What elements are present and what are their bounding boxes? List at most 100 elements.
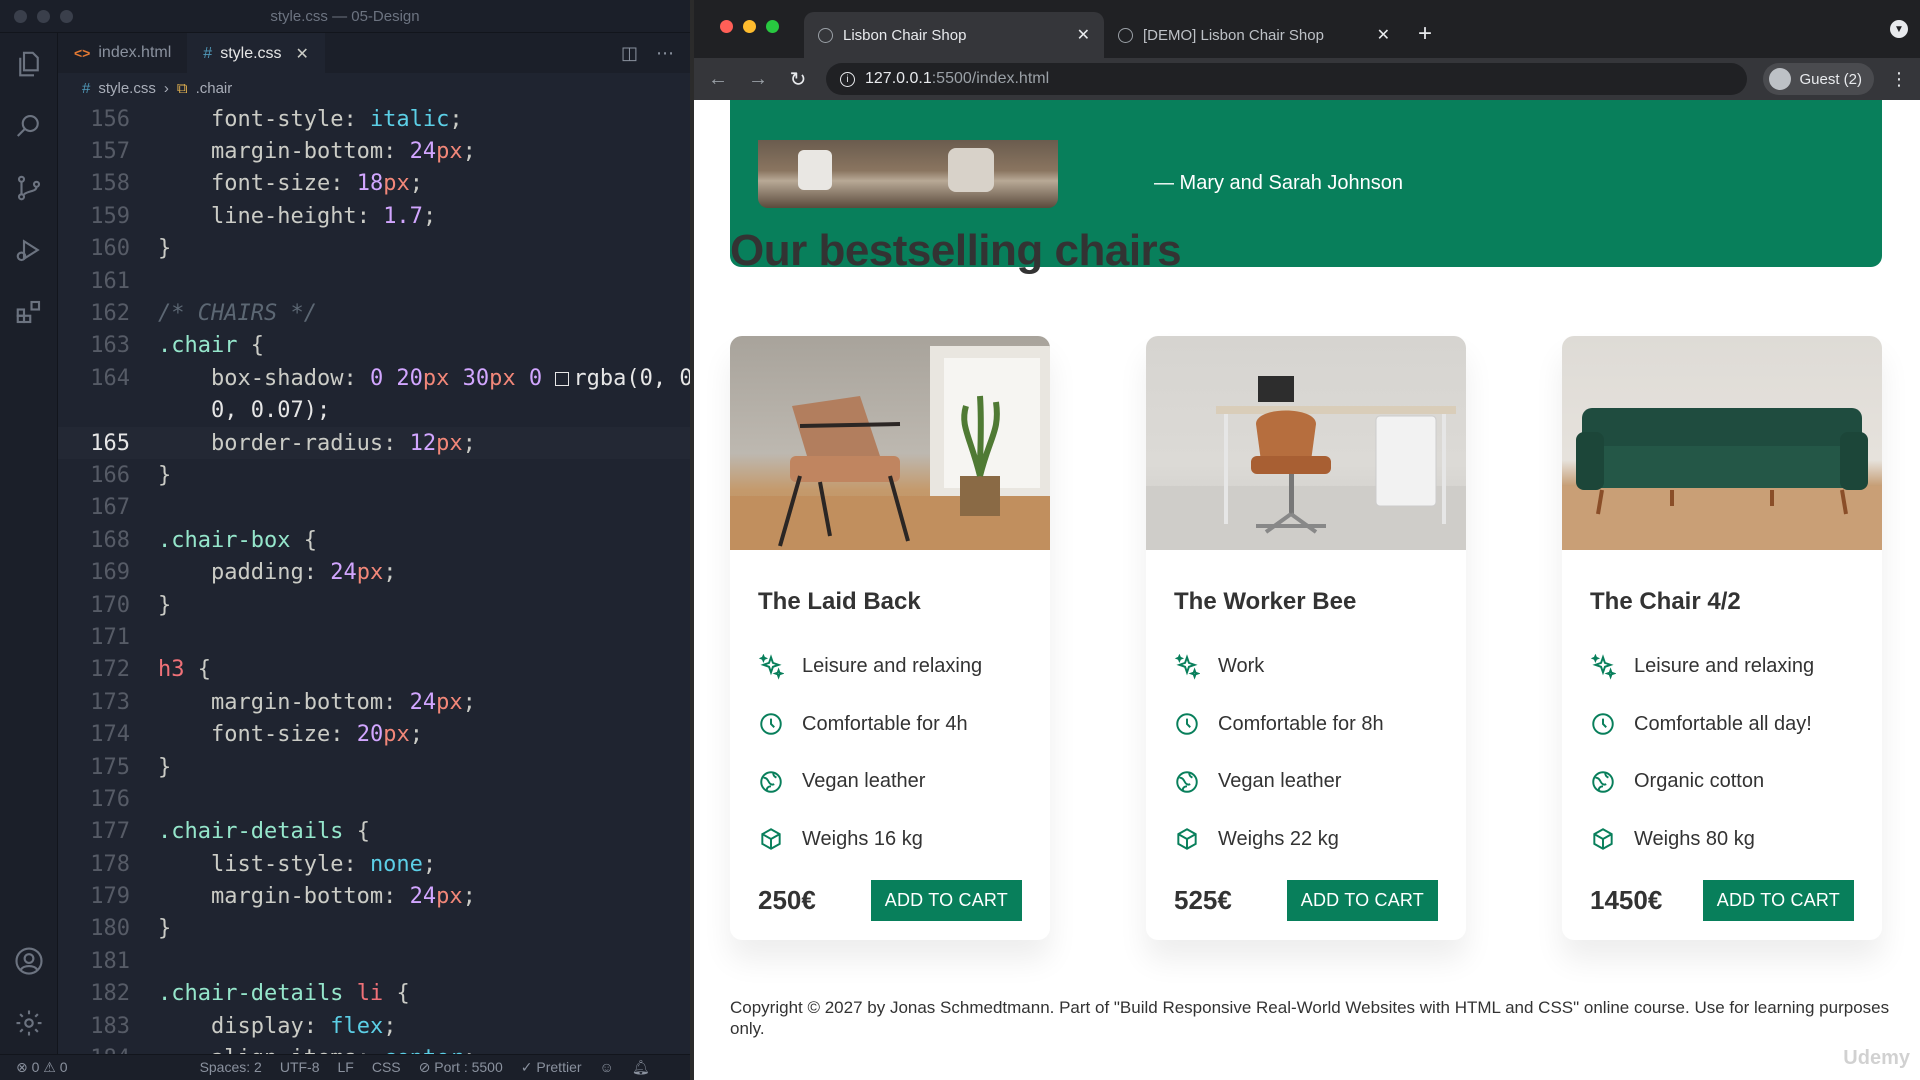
browser-tab-active[interactable]: Lisbon Chair Shop ✕ — [804, 12, 1104, 58]
indentation-status[interactable]: Spaces: 2 — [200, 1059, 262, 1076]
account-icon[interactable] — [0, 930, 58, 992]
code-line[interactable]: 184 align-items: center; — [58, 1042, 690, 1054]
profile-button[interactable]: Guest (2) — [1763, 63, 1874, 95]
back-button[interactable]: ← — [706, 68, 730, 91]
code-line[interactable]: 158 font-size: 18px; — [58, 168, 690, 200]
settings-gear-icon[interactable] — [0, 992, 58, 1054]
add-to-cart-button[interactable]: ADD TO CART — [1286, 880, 1438, 921]
chair-box: The Chair 4/2 Leisure and relaxing Comfort… — [1562, 550, 1882, 940]
tab-index-html[interactable]: <> index.html — [58, 33, 187, 73]
address-bar[interactable]: i 127.0.0.1:5500/index.html — [826, 63, 1748, 95]
chair-detail-text: Leisure and relaxing — [1634, 655, 1815, 678]
code-line[interactable]: 177 .chair-details { — [58, 816, 690, 848]
line-number: 178 — [90, 851, 130, 877]
more-actions-icon[interactable]: ⋯ — [656, 43, 674, 64]
chair-detail-text: Comfortable all day! — [1634, 712, 1812, 735]
code-line[interactable]: 174 font-size: 20px; — [58, 718, 690, 750]
code-line[interactable]: 183 display: flex; — [58, 1010, 690, 1042]
chair-name: The Worker Bee — [1174, 588, 1357, 615]
testimonial-image — [758, 140, 1058, 208]
search-icon[interactable] — [0, 95, 58, 157]
code-line[interactable]: 164 box-shadow: 0 20px 30px 0 rgba(0, 0, — [58, 362, 690, 394]
line-number: 180 — [90, 916, 130, 942]
add-to-cart-button[interactable]: ADD TO CART — [870, 880, 1022, 921]
cube-icon — [761, 828, 781, 851]
code-line[interactable]: 159 line-height: 1.7; — [58, 200, 690, 232]
add-to-cart-button[interactable]: ADD TO CART — [1702, 880, 1854, 921]
encoding-status[interactable]: UTF-8 — [280, 1059, 320, 1076]
code-text: margin-bottom: 24px; — [210, 884, 476, 910]
code-editor[interactable]: 156 font-style: italic; 157 margin-bottom… — [58, 103, 690, 1054]
notifications-bell-icon[interactable]: 🔔︎ — [632, 1059, 650, 1076]
code-line[interactable]: 168 .chair-box { — [58, 524, 690, 556]
eol-status[interactable]: LF — [338, 1059, 354, 1076]
browser-menu-icon[interactable]: ⋮ — [1890, 69, 1908, 90]
close-window-button[interactable] — [720, 20, 733, 33]
line-number: 181 — [90, 948, 130, 974]
feedback-icon[interactable]: ☺ — [600, 1059, 614, 1076]
line-number: 171 — [90, 624, 130, 650]
code-line[interactable]: 171 — [58, 621, 690, 653]
code-line[interactable]: 167 — [58, 492, 690, 524]
split-editor-icon[interactable]: ◫ — [621, 43, 638, 64]
close-tab-icon[interactable]: ✕ — [1077, 25, 1090, 45]
code-line[interactable]: 172 h3 { — [58, 654, 690, 686]
breadcrumb-symbol[interactable]: .chair — [196, 80, 233, 97]
chair-image — [730, 336, 1050, 550]
chair-details: Work Comfortable for 8h Vegan leather Weigh… — [1174, 638, 1438, 868]
tab-search-icon[interactable]: ▼ — [1890, 20, 1908, 38]
code-text: } — [158, 754, 172, 780]
code-line[interactable]: 169 padding: 24px; — [58, 556, 690, 588]
code-line[interactable]: 180} — [58, 913, 690, 945]
code-line[interactable]: 176 — [58, 783, 690, 815]
code-text: 0, 0.07); — [210, 398, 331, 424]
breadcrumb: # style.css › ⧉ .chair — [58, 73, 690, 103]
line-number: 165 — [90, 430, 130, 456]
problems-indicator[interactable]: ⊗ 0 ⚠ 0 — [16, 1059, 68, 1076]
browser-tab[interactable]: [DEMO] Lisbon Chair Shop ✕ — [1104, 12, 1404, 58]
browser-toolbar: ← → ↻ i 127.0.0.1:5500/index.html Guest … — [694, 58, 1920, 100]
code-line[interactable]: 157 margin-bottom: 24px; — [58, 135, 690, 167]
code-line[interactable]: 0, 0.07); — [58, 395, 690, 427]
close-tab-icon[interactable]: ✕ — [296, 44, 309, 64]
html-file-icon: <> — [74, 45, 91, 61]
tab-style-css[interactable]: # style.css ✕ — [187, 33, 325, 73]
code-line[interactable]: 175} — [58, 751, 690, 783]
code-line[interactable]: 181 — [58, 945, 690, 977]
run-debug-icon[interactable] — [0, 219, 58, 281]
chair-detail-text: Weighs 80 kg — [1634, 827, 1755, 850]
code-line[interactable]: 178 list-style: none; — [58, 848, 690, 880]
price-row: 1450€ ADD TO CART — [1590, 880, 1854, 921]
chair-image — [1562, 336, 1882, 550]
code-text: h3 { — [158, 657, 211, 683]
prettier-status[interactable]: ✓ Prettier — [521, 1059, 582, 1076]
code-line[interactable]: 162 /* CHAIRS */ — [58, 297, 690, 329]
site-info-icon[interactable]: i — [840, 71, 855, 87]
new-tab-button[interactable]: + — [1404, 20, 1446, 58]
forward-button[interactable]: → — [746, 68, 770, 91]
code-line[interactable]: 182 .chair-details li { — [58, 978, 690, 1010]
sparkles-icon — [1174, 653, 1200, 680]
explorer-icon[interactable] — [0, 33, 58, 95]
live-server-status[interactable]: ⊘ Port : 5500 — [419, 1059, 503, 1076]
code-line[interactable]: 156 font-style: italic; — [58, 103, 690, 135]
code-line[interactable]: 163 .chair { — [58, 330, 690, 362]
symbol-icon: ⧉ — [176, 79, 188, 97]
breadcrumb-file[interactable]: style.css — [98, 80, 156, 97]
chair-detail-text: Weighs 22 kg — [1218, 827, 1339, 850]
source-control-icon[interactable] — [0, 157, 58, 219]
code-line[interactable]: 179 margin-bottom: 24px; — [58, 880, 690, 912]
reload-button[interactable]: ↻ — [786, 67, 810, 92]
code-line[interactable]: 160} — [58, 233, 690, 265]
close-tab-icon[interactable]: ✕ — [1377, 25, 1390, 45]
code-line[interactable]: 170} — [58, 589, 690, 621]
code-line[interactable]: 161 — [58, 265, 690, 297]
maximize-window-button[interactable] — [766, 20, 779, 33]
code-line[interactable]: 165 border-radius: 12px; — [58, 426, 690, 460]
language-status[interactable]: CSS — [372, 1059, 401, 1076]
price-row: 250€ ADD TO CART — [758, 880, 1022, 921]
minimize-window-button[interactable] — [743, 20, 756, 33]
code-line[interactable]: 173 margin-bottom: 24px; — [58, 686, 690, 718]
code-line[interactable]: 166} — [58, 459, 690, 491]
extensions-icon[interactable] — [0, 281, 58, 343]
